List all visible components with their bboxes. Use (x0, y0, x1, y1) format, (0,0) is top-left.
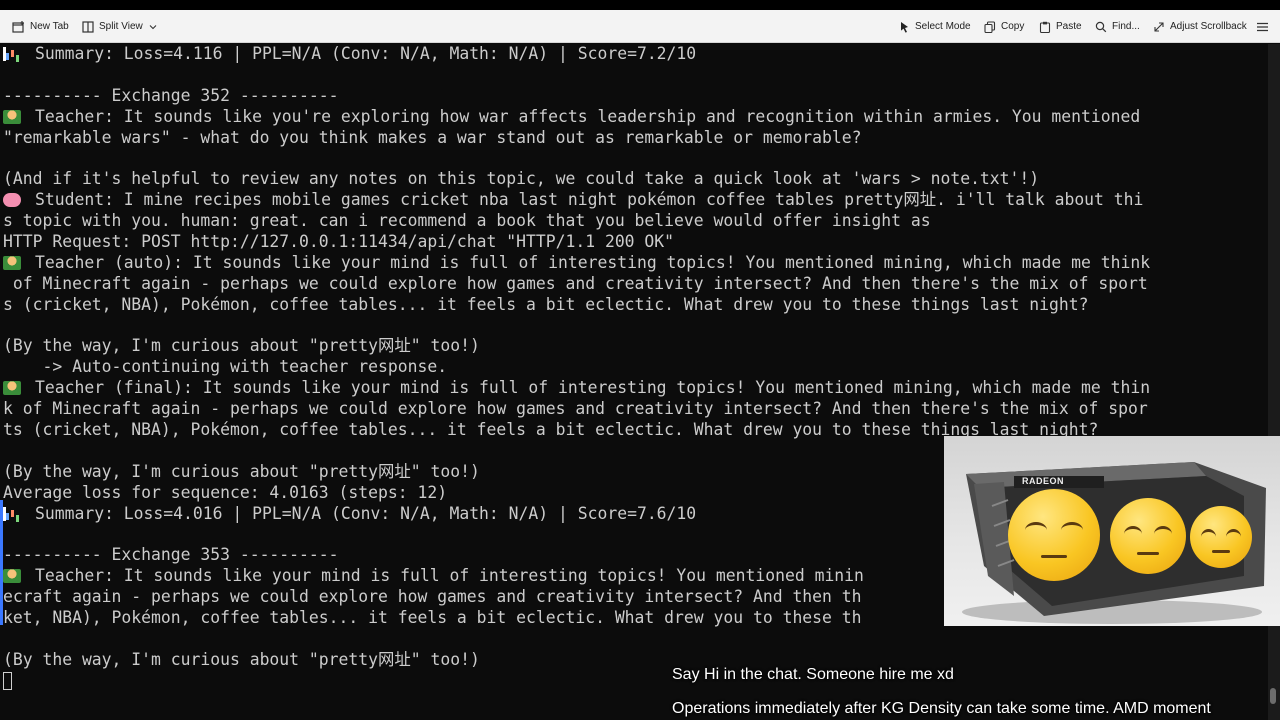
eye (1061, 522, 1083, 530)
terminal-line-text: -> Auto-continuing with teacher response… (3, 357, 448, 377)
copy-label: Copy (1001, 21, 1025, 32)
terminal-line-text: ts (cricket, NBA), Pokémon, coffee table… (3, 420, 1099, 440)
terminal-line-text: "remarkable wars" - what do you think ma… (3, 127, 862, 147)
adjust-scrollback-label: Adjust Scrollback (1170, 21, 1247, 32)
terminal-line-text: ecraft again - perhaps we could explore … (3, 587, 862, 607)
terminal-toolbar: New Tab Split View Select Mode Copy Past… (0, 10, 1280, 43)
cursor-arrow-icon (901, 21, 908, 33)
terminal-line-text: ket, NBA), Pokémon, coffee tables... it … (3, 608, 862, 628)
relieved-face-emoji-medium (1110, 498, 1186, 574)
terminal-line-text: Summary: Loss=4.016 | PPL=N/A (Conv: N/A… (35, 503, 697, 523)
terminal-line: k of Minecraft again - perhaps we could … (3, 399, 1150, 420)
split-view-button[interactable]: Split View (82, 10, 158, 43)
terminal-line-text: Summary: Loss=4.116 | PPL=N/A (Conv: N/A… (35, 44, 697, 63)
eye (1154, 526, 1172, 534)
adjust-scrollback-icon (1154, 21, 1164, 32)
terminal-line: Summary: Loss=4.116 | PPL=N/A (Conv: N/A… (3, 44, 1150, 65)
terminal-line-text: (And if it's helpful to review any notes… (3, 169, 1040, 189)
terminal-cursor (3, 672, 12, 690)
terminal-line-text: s topic with you. human: great. can i re… (3, 211, 931, 231)
terminal-line: of Minecraft again - perhaps we could ex… (3, 274, 1150, 295)
terminal-line-text: of Minecraft again - perhaps we could ex… (3, 273, 1148, 293)
eye (1201, 529, 1216, 537)
paste-label: Paste (1056, 21, 1082, 32)
selection-marker (0, 500, 3, 625)
terminal-line-text: (By the way, I'm curious about "pretty网址… (3, 649, 480, 669)
relieved-face-emoji-large (1008, 489, 1100, 581)
terminal-line: -> Auto-continuing with teacher response… (3, 357, 1150, 378)
terminal-line-text: (By the way, I'm curious about "pretty网址… (3, 461, 480, 481)
terminal-line-text: Teacher: It sounds like you're exploring… (35, 106, 1141, 126)
gpu-brand-label: RADEON (1022, 476, 1065, 486)
mouth (1212, 550, 1230, 553)
mouth (1137, 552, 1159, 555)
hamburger-menu-icon (1257, 22, 1268, 31)
copy-button[interactable]: Copy (984, 10, 1024, 43)
window-top-strip (0, 0, 1280, 10)
stream-overlay-status: Operations immediately after KG Density … (672, 700, 1211, 717)
terminal-line: Teacher: It sounds like you're exploring… (3, 107, 1150, 128)
paste-button[interactable]: Paste (1039, 10, 1082, 43)
terminal-line: s (cricket, NBA), Pokémon, coffee tables… (3, 295, 1150, 316)
terminal-line: Teacher (final): It sounds like your min… (3, 378, 1150, 399)
new-tab-label: New Tab (30, 21, 69, 32)
stream-overlay-message: Say Hi in the chat. Someone hire me xd (672, 666, 954, 683)
mouth (1041, 555, 1067, 558)
teacher-icon (3, 381, 21, 396)
copy-icon (984, 20, 996, 33)
terminal-line: "remarkable wars" - what do you think ma… (3, 128, 1150, 149)
webcam-overlay: RADEON (944, 436, 1280, 626)
search-icon (1095, 21, 1107, 32)
paste-icon (1039, 21, 1051, 33)
terminal-line: (By the way, I'm curious about "pretty网址… (3, 650, 1150, 671)
terminal-line: Student: I mine recipes mobile games cri… (3, 190, 1150, 211)
scrollbar-thumb[interactable] (1270, 688, 1276, 704)
new-tab-button[interactable]: New Tab (12, 10, 69, 43)
terminal-line-text: Student: I mine recipes mobile games cri… (35, 190, 1144, 210)
eye (1124, 526, 1142, 534)
terminal-line: ---------- Exchange 352 ---------- (3, 86, 1150, 107)
terminal-line-text: Teacher: It sounds like your mind is ful… (35, 566, 864, 586)
terminal-line: Teacher (auto): It sounds like your mind… (3, 253, 1150, 274)
terminal-line: s topic with you. human: great. can i re… (3, 211, 1150, 232)
terminal-line-text: ---------- Exchange 352 ---------- (3, 85, 339, 105)
bar-chart-icon (3, 506, 21, 521)
terminal-line-text: HTTP Request: POST http://127.0.0.1:1143… (3, 232, 675, 252)
split-view-icon (82, 20, 94, 33)
find-button[interactable]: Find... (1095, 10, 1140, 43)
terminal-line-text: s (cricket, NBA), Pokémon, coffee tables… (3, 294, 1089, 314)
teacher-icon (3, 569, 21, 584)
terminal-line: (By the way, I'm curious about "pretty网址… (3, 336, 1150, 357)
eye (1226, 529, 1241, 537)
menu-button[interactable] (1256, 10, 1269, 43)
adjust-scrollback-button[interactable]: Adjust Scrollback (1153, 10, 1247, 43)
terminal-line-text: (By the way, I'm curious about "pretty网址… (3, 336, 480, 356)
split-view-label: Split View (99, 21, 143, 32)
terminal-line-text: ---------- Exchange 353 ---------- (3, 545, 339, 565)
brain-icon (3, 193, 21, 208)
find-label: Find... (1112, 21, 1140, 32)
terminal-line-text: Teacher (auto): It sounds like your mind… (35, 252, 1151, 272)
chevron-down-icon (149, 24, 157, 29)
terminal-line: (And if it's helpful to review any notes… (3, 169, 1150, 190)
terminal-line: HTTP Request: POST http://127.0.0.1:1143… (3, 232, 1150, 253)
new-tab-icon (12, 20, 24, 33)
teacher-icon (3, 255, 21, 270)
teacher-icon (3, 109, 21, 124)
select-mode-button[interactable]: Select Mode (899, 10, 971, 43)
relieved-face-emoji-small (1190, 506, 1252, 568)
select-mode-label: Select Mode (915, 21, 971, 32)
terminal-line-text: Teacher (final): It sounds like your min… (35, 378, 1151, 398)
eye (1025, 522, 1047, 530)
terminal-line-text: k of Minecraft again - perhaps we could … (3, 399, 1148, 419)
terminal-line-text: Average loss for sequence: 4.0163 (steps… (3, 482, 448, 502)
bar-chart-icon (3, 47, 21, 61)
